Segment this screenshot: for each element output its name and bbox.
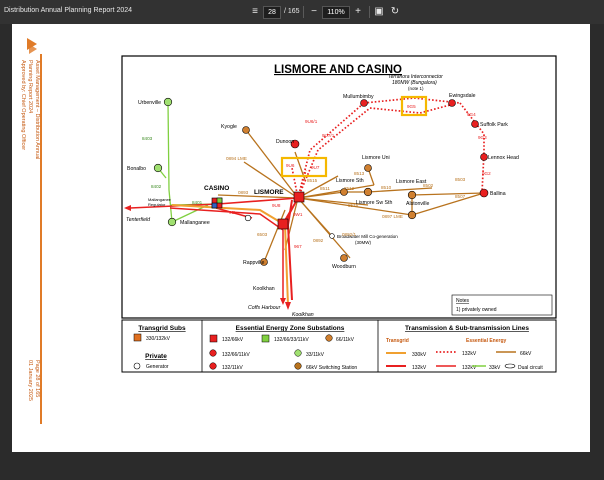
line-label: 8511 bbox=[320, 186, 330, 191]
town-lismore-uni: Lismore Uni bbox=[362, 155, 390, 161]
map-title: LISMORE AND CASINO bbox=[274, 64, 402, 76]
town-lismore-sth: Lismore Sth bbox=[336, 178, 364, 184]
town-bonalbo: Bonalbo bbox=[127, 166, 146, 172]
line-label: 96L bbox=[229, 210, 237, 215]
legend-tx-title: Transmission & Sub-transmission Lines bbox=[405, 325, 529, 332]
town-coffs-harbour: Coffs Harbour bbox=[248, 305, 281, 311]
legend-tx-item: Dual circuit bbox=[518, 365, 543, 371]
line-label: 9U7 bbox=[311, 165, 320, 170]
notes-box: Notes 1) privately owned bbox=[451, 294, 553, 316]
line-label: 8516 bbox=[348, 203, 359, 208]
line-label: 9G3 bbox=[478, 135, 487, 140]
legend-ee-item: 66/11kV bbox=[336, 337, 355, 343]
town-mallanganee: Mallanganee bbox=[180, 220, 210, 226]
legend-ee-item: 132/66/11kV bbox=[222, 352, 250, 358]
line-label: 9G4 bbox=[467, 112, 476, 117]
legend-tx-item: 132kV bbox=[412, 365, 427, 371]
town-casino: CASINO bbox=[204, 185, 229, 192]
legend-ee-item: 33/11kV bbox=[306, 352, 325, 358]
line-label: 0894 LME bbox=[226, 156, 247, 161]
town-alstonville: Alstonville bbox=[406, 201, 429, 207]
town-mallanganee-regulator-2: Regulator bbox=[148, 202, 166, 207]
town-kyogle: Kyogle bbox=[221, 124, 237, 130]
line-label: 8507 bbox=[455, 194, 466, 199]
notes-title: Notes bbox=[456, 298, 470, 304]
legend-tx-item: 66kV bbox=[520, 351, 532, 357]
legend-tx-essential: Essential Energy bbox=[466, 338, 507, 344]
line-label: 0893 bbox=[238, 190, 249, 195]
town-koolkhan: Koolkhan bbox=[253, 286, 275, 292]
notes-item: 1) privately owned bbox=[456, 307, 497, 313]
legend-tx-item: 330kV bbox=[412, 352, 427, 358]
line-label: 8515 bbox=[307, 178, 318, 183]
legend-ee-title: Essential Energy Zone Substations bbox=[236, 325, 345, 332]
line-label: 0892 bbox=[313, 238, 324, 243]
town-suffolk-park: Suffolk Park bbox=[480, 122, 508, 128]
town-lismore-sw-sth: Lismore Sw Sth bbox=[356, 200, 392, 206]
line-label: 6503 bbox=[257, 232, 268, 237]
town-dunoon: Dunoon bbox=[276, 139, 294, 145]
line-label: 8503 bbox=[455, 177, 466, 182]
line-label: 9G5 bbox=[407, 104, 416, 109]
line-label: 8402 bbox=[151, 184, 162, 189]
town-tenterfield: Tenterfield bbox=[126, 217, 151, 223]
legend-ee-item: 66kV Switching Station bbox=[306, 365, 357, 371]
line-label: 8510 bbox=[381, 185, 392, 190]
line-label: 9G2 bbox=[482, 171, 491, 176]
line-label: 9U7/1 bbox=[322, 133, 335, 138]
town-woodburn: Woodburn bbox=[332, 264, 356, 270]
legend: Transgrid Subs 330/132kV Private Generat… bbox=[121, 319, 557, 373]
line-label: 8403 bbox=[142, 136, 153, 141]
legend-tx-item: 132kV bbox=[462, 351, 477, 357]
line-label: 8502 bbox=[423, 183, 434, 188]
line-label: 967 bbox=[294, 244, 302, 249]
legend-tx-item: 33kV bbox=[489, 365, 501, 371]
line-label: 9U8 bbox=[272, 203, 281, 208]
network-map: LISMORE AND CASINO Urbenville Bonalbo CA… bbox=[121, 55, 557, 373]
town-koolkhan-2: Koolkhan bbox=[292, 312, 314, 318]
terranora-label-3: (note 1) bbox=[408, 86, 424, 91]
legend-tx-transgrid: Transgrid bbox=[386, 338, 409, 344]
line-label: 9W1 bbox=[293, 212, 303, 217]
town-urbenville: Urbenville bbox=[138, 100, 161, 106]
legend-ee-item: 132/66/33/11kV bbox=[274, 337, 309, 343]
town-broadwater-2: (30MW) bbox=[355, 240, 371, 245]
town-ewingsdale: Ewingsdale bbox=[449, 93, 476, 99]
legend-transgrid-title: Transgrid Subs bbox=[138, 325, 186, 332]
map-frame bbox=[121, 55, 557, 319]
line-label: 8401 bbox=[192, 200, 203, 205]
legend-ee-item: 132/66kV bbox=[222, 337, 244, 343]
legend-ee-item: 132/11kV bbox=[222, 365, 243, 371]
town-rappville: Rappville bbox=[243, 260, 264, 266]
town-lismore: LISMORE bbox=[254, 189, 284, 196]
town-mullumbimby: Mullumbimby bbox=[343, 94, 374, 100]
legend-transgrid-item: 330/132kV bbox=[146, 336, 171, 342]
line-label: 0892/1 bbox=[342, 232, 356, 237]
legend-private-title: Private bbox=[145, 353, 167, 360]
town-ballina: Ballina bbox=[490, 191, 506, 197]
line-label: 0897 LME bbox=[382, 214, 403, 219]
line-label: 9U6/1 bbox=[305, 119, 318, 124]
line-label: 8513 bbox=[354, 171, 365, 176]
town-lennox-head: Lennox Head bbox=[488, 155, 519, 161]
line-label: 9U6 bbox=[286, 163, 295, 168]
legend-generator: Generator bbox=[146, 364, 169, 370]
line-label: 8512 bbox=[344, 186, 355, 191]
